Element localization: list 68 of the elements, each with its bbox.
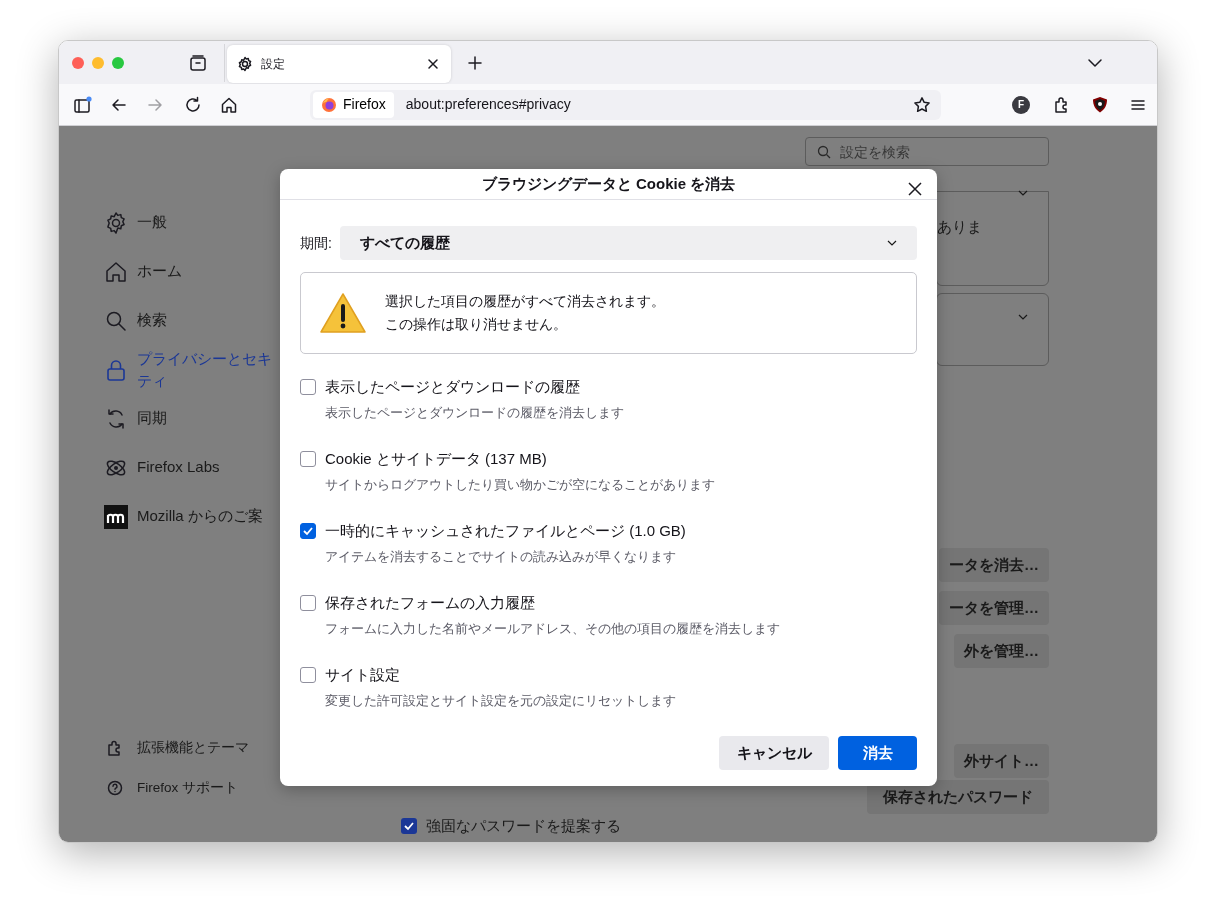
sidebar-item[interactable]: Mozilla からのご案 bbox=[104, 492, 280, 541]
clear-button[interactable]: 消去 bbox=[838, 736, 917, 770]
card-text: ありま bbox=[937, 217, 982, 237]
sidebar-item[interactable]: Firefox Labs bbox=[104, 443, 280, 492]
option-label: サイト設定 bbox=[325, 664, 400, 685]
option-description: 変更した許可設定とサイト設定を元の設定にリセットします bbox=[325, 693, 677, 710]
account-button[interactable]: F bbox=[1012, 95, 1030, 114]
identity-button[interactable]: Firefox bbox=[313, 91, 394, 118]
browser-tab[interactable]: 設定 bbox=[227, 44, 451, 83]
tab-title: 設定 bbox=[261, 55, 286, 73]
checkbox[interactable] bbox=[300, 595, 316, 611]
option-description: アイテムを消去することでサイトの読み込みが早くなります bbox=[325, 549, 677, 566]
settings-button[interactable]: ータを消去… bbox=[939, 548, 1049, 582]
option-description: 表示したページとダウンロードの履歴を消去します bbox=[325, 405, 625, 422]
sidebar-link[interactable]: 拡張機能とテーマ bbox=[104, 728, 280, 768]
search-icon bbox=[817, 145, 831, 159]
sidebar-icon bbox=[73, 95, 93, 114]
identity-label: Firefox bbox=[343, 95, 386, 114]
option-label: 表示したページとダウンロードの履歴 bbox=[325, 376, 580, 397]
sidebar-link[interactable]: Firefox サポート bbox=[104, 768, 280, 808]
settings-button[interactable]: 外を管理… bbox=[954, 634, 1049, 668]
checkbox[interactable] bbox=[401, 818, 417, 834]
sidebar-item[interactable]: プライバシーとセキ ティ bbox=[104, 345, 280, 394]
firefox-logo-icon bbox=[321, 96, 337, 113]
warning-text: 選択した項目の履歴がすべて消去されます。 この操作は取り消せません。 bbox=[385, 292, 665, 334]
settings-button[interactable]: ータを管理… bbox=[939, 591, 1049, 625]
settings-button[interactable]: 外サイト… bbox=[954, 744, 1049, 778]
sidebar-item[interactable]: 検索 bbox=[104, 296, 280, 345]
chevron-down-icon bbox=[887, 240, 897, 246]
close-icon bbox=[427, 57, 439, 70]
sidebar-item[interactable]: 一般 bbox=[104, 198, 280, 247]
help-icon bbox=[107, 780, 123, 796]
house-icon bbox=[220, 95, 238, 114]
option-label: Cookie とサイトデータ (137 MB) bbox=[325, 448, 547, 469]
shield-icon bbox=[1091, 95, 1109, 114]
gear-icon bbox=[104, 210, 128, 235]
url-text: about:preferences#privacy bbox=[405, 95, 572, 114]
cancel-button[interactable]: キャンセル bbox=[719, 736, 829, 770]
option-label: 一時的にキャッシュされたファイルとページ (1.0 GB) bbox=[325, 520, 686, 541]
settings-button[interactable]: 保存されたパスワード bbox=[867, 780, 1049, 814]
reload-icon bbox=[184, 95, 202, 114]
close-window-button[interactable] bbox=[72, 56, 84, 69]
search-field[interactable]: 設定を検索 bbox=[805, 137, 1049, 166]
checkbox[interactable] bbox=[300, 451, 316, 467]
warning-icon bbox=[319, 292, 367, 334]
puzzle-icon bbox=[107, 740, 123, 756]
dialog-title: ブラウジングデータと Cookie を消去 bbox=[481, 173, 736, 194]
lock-icon bbox=[104, 357, 128, 382]
sidebar-item[interactable]: 同期 bbox=[104, 394, 280, 443]
address-bar[interactable]: Firefox about:preferences#privacy bbox=[310, 89, 941, 120]
house-icon bbox=[104, 259, 128, 284]
checkbox[interactable] bbox=[300, 379, 316, 395]
option-description: フォームに入力した名前やメールアドレス、その他の項目の履歴を消去します bbox=[325, 621, 781, 638]
period-dropdown[interactable]: すべての履歴 bbox=[339, 226, 917, 260]
checkbox[interactable] bbox=[300, 667, 316, 683]
close-icon bbox=[908, 182, 922, 196]
period-label: 期間: bbox=[300, 233, 332, 253]
chevron-down-icon bbox=[1018, 314, 1028, 320]
logo-icon bbox=[104, 504, 128, 529]
checkbox[interactable] bbox=[300, 523, 316, 539]
gear-icon bbox=[237, 55, 253, 72]
plus-icon bbox=[467, 54, 483, 71]
checkbox-label: 強固なパスワードを提案する bbox=[426, 815, 621, 836]
option-label: 保存されたフォームの入力履歴 bbox=[325, 592, 535, 613]
star-icon bbox=[913, 95, 931, 114]
option-description: サイトからログアウトしたり買い物かごが空になることがあります bbox=[325, 477, 716, 494]
chevron-down-icon bbox=[1018, 190, 1028, 196]
sidebar-item[interactable]: ホーム bbox=[104, 247, 280, 296]
